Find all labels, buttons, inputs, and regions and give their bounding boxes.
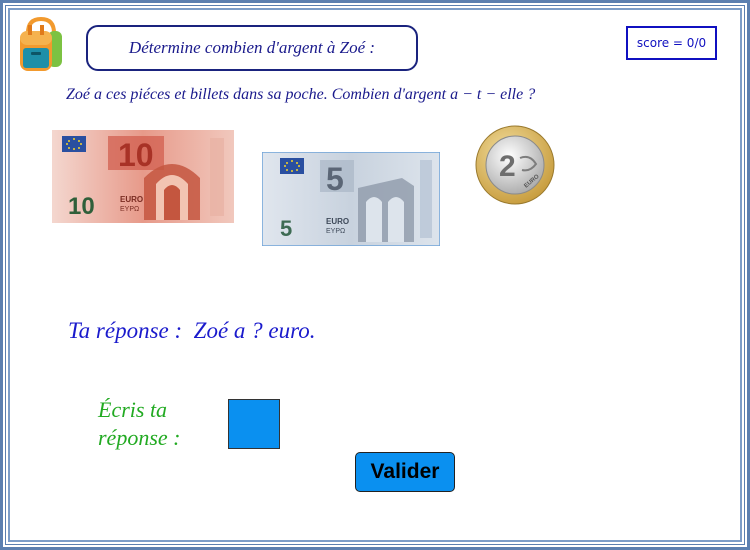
answer-statement: Ta réponse : Zoé a ? euro. (68, 318, 316, 343)
validate-button[interactable]: Valider (355, 452, 455, 492)
validate-button-label: Valider (370, 460, 440, 483)
input-label-line2: réponse : (98, 425, 181, 450)
coin-value: 2 (499, 150, 516, 183)
five-euro-value-bottom: 5 (280, 216, 292, 241)
svg-text:EYPΩ: EYPΩ (326, 228, 345, 235)
five-euro-value-top: 5 (326, 161, 344, 197)
score-display: score = 0/0 (626, 26, 717, 60)
answer-input[interactable] (228, 399, 280, 449)
ten-euro-value-bottom: 10 (68, 193, 95, 220)
svg-text:EURO: EURO (326, 217, 349, 226)
five-euro-banknote-icon: 5 5 EURO EYPΩ (262, 152, 440, 246)
page-title-text: Détermine combien d'argent à Zoé : (128, 38, 376, 57)
input-label: Écris ta réponse : (98, 396, 218, 452)
page-title: Détermine combien d'argent à Zoé : (86, 25, 418, 71)
input-label-line1: Écris ta (98, 397, 168, 422)
svg-text:EYPΩ: EYPΩ (120, 206, 139, 213)
question-text: Zoé a ces piéces et billets dans sa poch… (66, 86, 536, 103)
ten-euro-banknote-icon: 10 10 EURO EYPΩ (52, 130, 234, 223)
score-text: score = 0/0 (636, 36, 707, 50)
ten-euro-value-top: 10 (118, 137, 154, 173)
two-euro-coin-icon: 2 EURO (475, 125, 555, 205)
backpack-icon (20, 16, 62, 71)
svg-text:EURO: EURO (120, 195, 143, 204)
